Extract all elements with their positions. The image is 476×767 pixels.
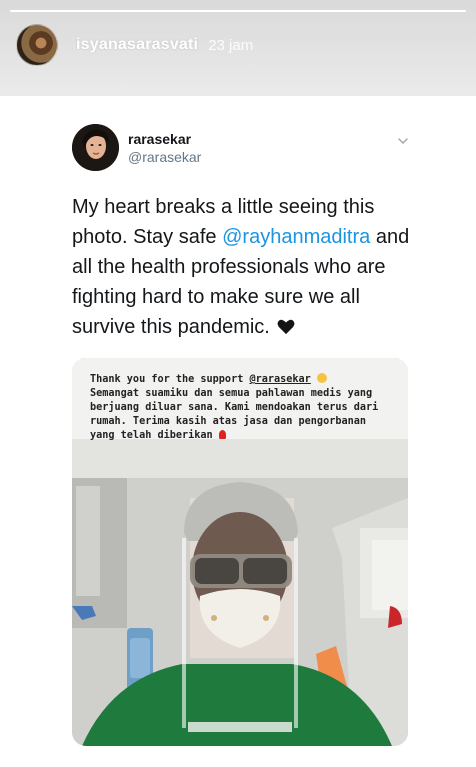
caption-body-text: Semangat suamiku dan semua pahlawan medi… bbox=[90, 388, 379, 441]
story-avatar[interactable] bbox=[16, 24, 58, 66]
story-username[interactable]: isyanasarasvati bbox=[76, 36, 198, 54]
tweet-text: My heart breaks a little seeing this pho… bbox=[72, 192, 412, 342]
tweet-author-handle[interactable]: @rarasekar bbox=[128, 149, 201, 165]
story-progress-bar bbox=[10, 10, 466, 12]
tweet-photo[interactable]: Thank you for the support @rarasekar Sem… bbox=[72, 358, 408, 746]
pleading-face-emoji bbox=[316, 373, 327, 383]
caption-thanks-text: Thank you for the support bbox=[90, 374, 250, 385]
story-header[interactable]: isyanasarasvati 23 jam bbox=[16, 24, 253, 66]
tweet-author[interactable]: rarasekar @rarasekar bbox=[72, 124, 201, 171]
chevron-down-icon[interactable] bbox=[398, 136, 408, 146]
tweet-avatar[interactable] bbox=[72, 124, 119, 171]
rose-emoji bbox=[218, 430, 226, 439]
tweet-card: rarasekar @rarasekar My heart breaks a l… bbox=[0, 96, 476, 767]
caption-line-2: Semangat suamiku dan semua pahlawan medi… bbox=[90, 387, 394, 443]
avatar-portrait bbox=[72, 124, 119, 171]
photo-caption-overlay: Thank you for the support @rarasekar Sem… bbox=[72, 358, 408, 441]
story-timestamp: 23 jam bbox=[208, 36, 254, 54]
black-heart-emoji bbox=[277, 319, 295, 335]
caption-mention-link[interactable]: @rarasekar bbox=[249, 374, 310, 385]
tweet-mention-link[interactable]: @rayhanmaditra bbox=[222, 226, 370, 248]
caption-line-1: Thank you for the support @rarasekar bbox=[90, 373, 394, 387]
story-progress-fill bbox=[10, 10, 466, 12]
tweet-author-name[interactable]: rarasekar bbox=[128, 131, 201, 147]
